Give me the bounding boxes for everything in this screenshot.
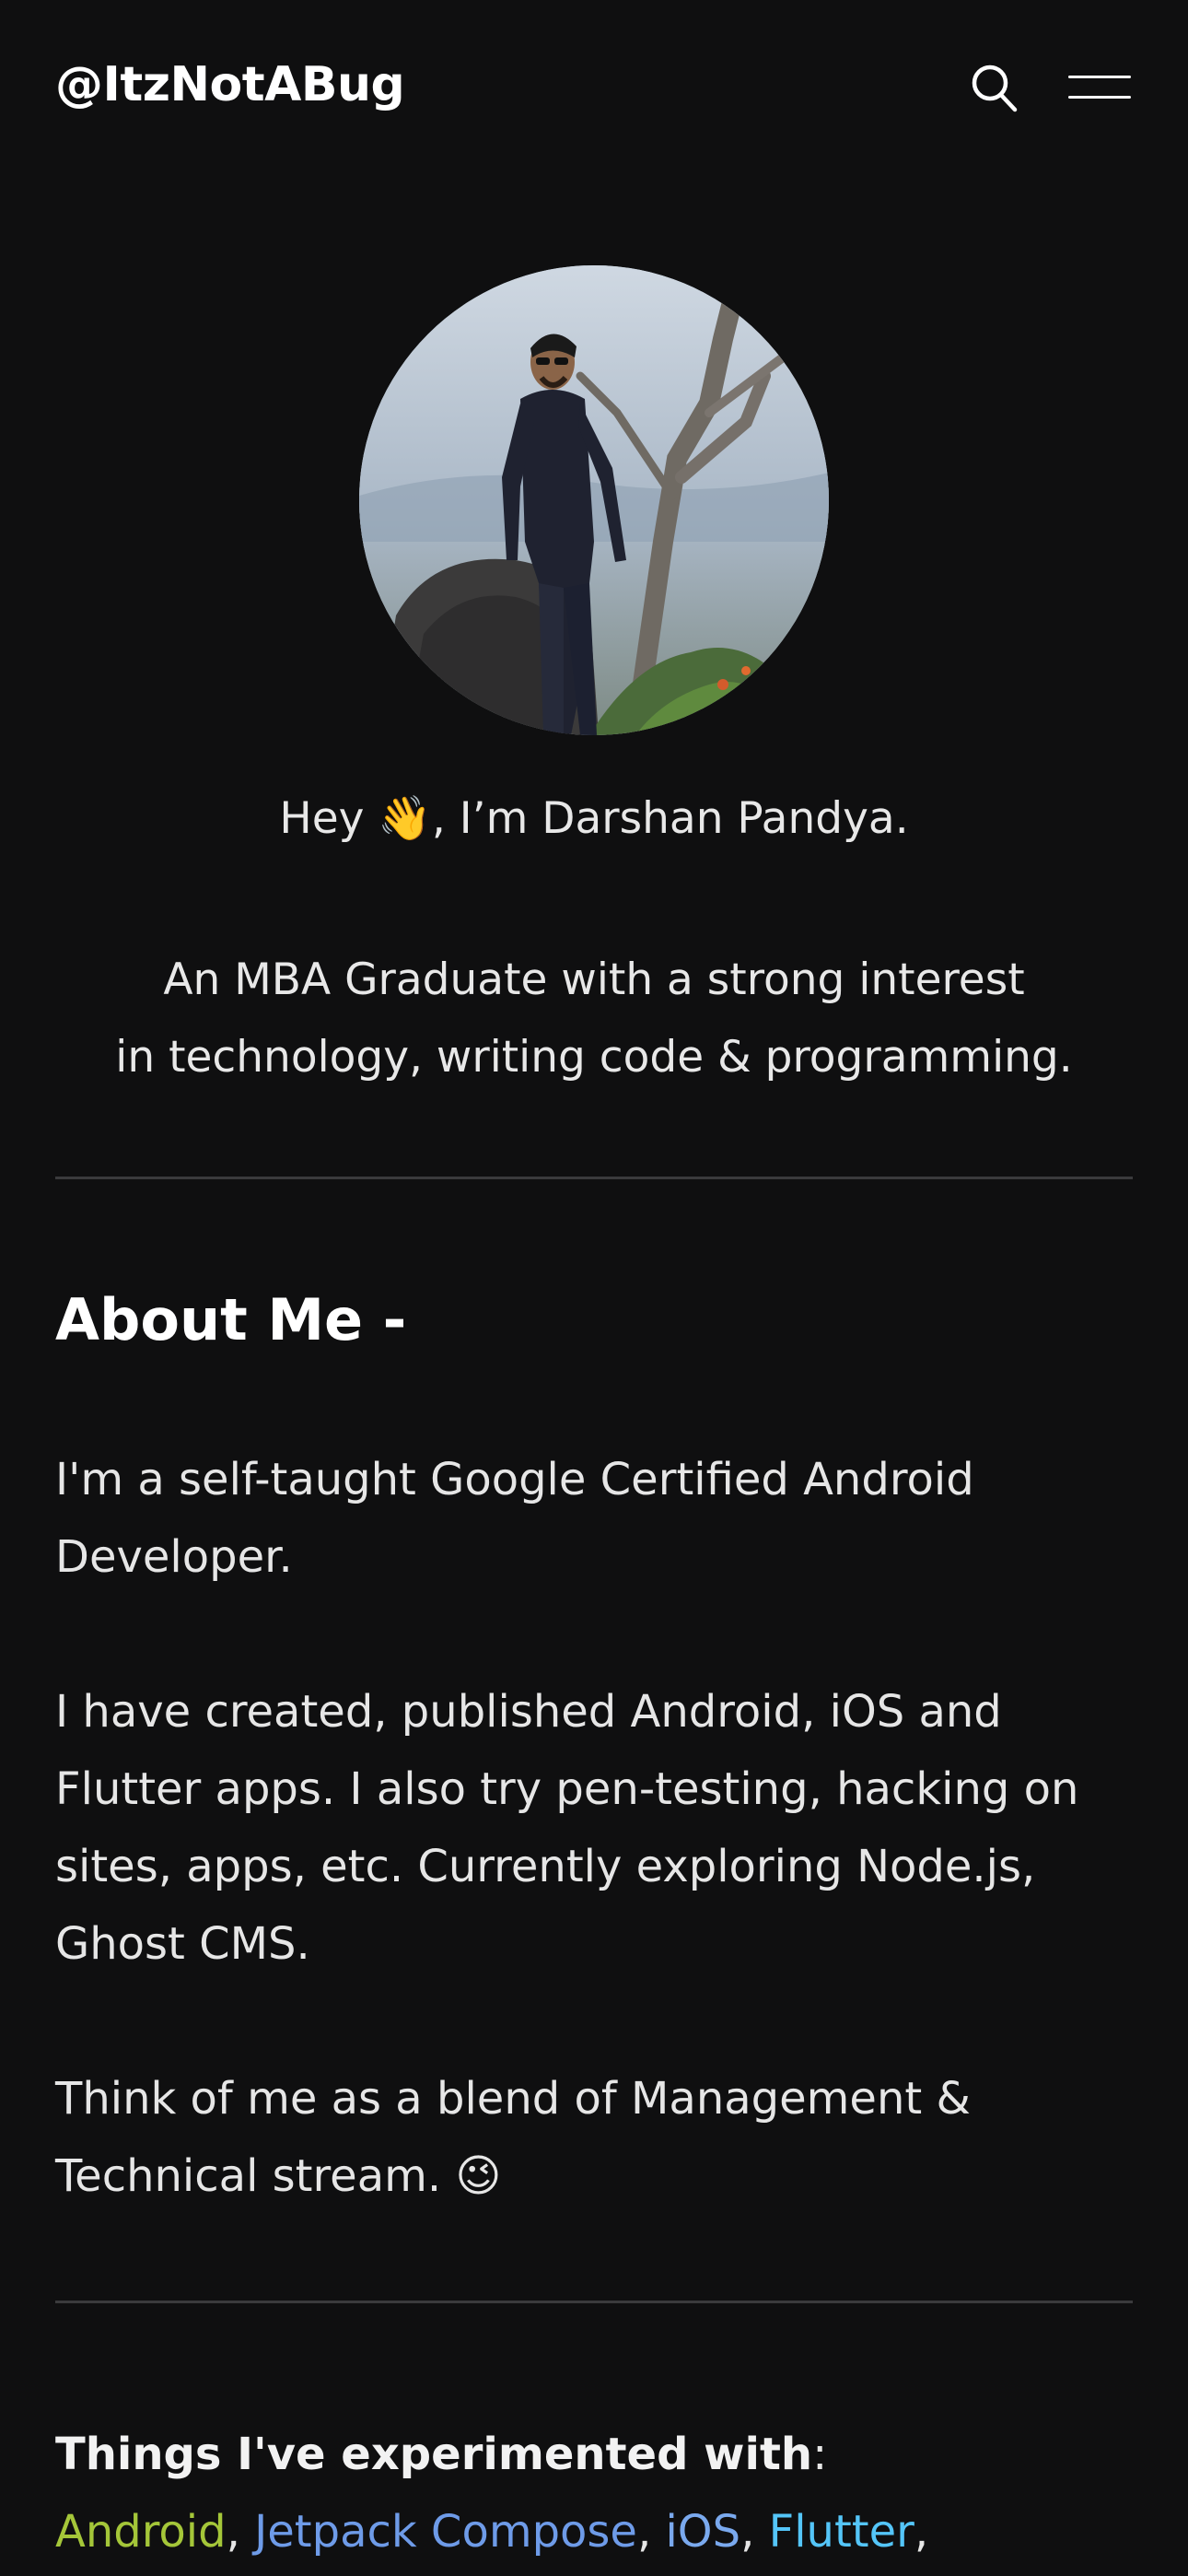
about-paragraph-1: I'm a self-taught Google Certified Andro… <box>55 1454 974 1583</box>
section-divider <box>55 1177 1133 1179</box>
about-paragraph-3-text: Think of me as a blend of Management & T… <box>55 2073 971 2202</box>
experiments-section: Things I've experimented with: Android, … <box>55 2416 1133 2570</box>
tagline-line-1: An MBA Graduate with a strong interest <box>163 954 1025 1005</box>
site-title[interactable]: @ItzNotABug <box>55 57 405 112</box>
waving-hand-emoji: 👋 <box>378 793 432 844</box>
search-button[interactable] <box>967 61 1022 116</box>
tag-ios[interactable]: iOS <box>665 2506 740 2558</box>
about-heading: About Me - <box>55 1286 407 1353</box>
site-header: @ItzNotABug <box>0 0 1188 175</box>
tag-android[interactable]: Android <box>55 2506 227 2558</box>
menu-icon-line <box>1068 76 1131 78</box>
avatar-photo <box>359 265 829 735</box>
greeting-text: Hey 👋, I’m Darshan Pandya. <box>0 789 1188 849</box>
tagline: An MBA Graduate with a strong interest i… <box>74 942 1114 1096</box>
winking-face-emoji: 😉 <box>455 2150 502 2202</box>
tag-jetpack-compose[interactable]: Jetpack Compose <box>254 2506 637 2558</box>
profile-avatar <box>359 265 829 735</box>
tag-flutter[interactable]: Flutter <box>769 2506 914 2558</box>
menu-icon-line <box>1068 96 1131 99</box>
tagline-line-2: in technology, writing code & programmin… <box>115 1032 1073 1083</box>
greeting-suffix: , I’m Darshan Pandya. <box>431 793 909 844</box>
experiments-heading-line: Things I've experimented with: <box>55 2416 1133 2493</box>
experiments-colon: : <box>812 2429 828 2480</box>
experiments-tag-list: Android, Jetpack Compose, iOS, Flutter, <box>55 2506 929 2558</box>
section-divider <box>55 2301 1133 2303</box>
greeting-prefix: Hey <box>279 793 379 844</box>
experiments-label: Things I've experimented with <box>55 2429 813 2480</box>
search-icon <box>972 64 1018 112</box>
about-paragraph-3: Think of me as a blend of Management & T… <box>55 2060 1133 2215</box>
about-paragraph-2: I have created, published Android, iOS a… <box>55 1686 1079 1970</box>
menu-button[interactable] <box>1065 70 1135 107</box>
